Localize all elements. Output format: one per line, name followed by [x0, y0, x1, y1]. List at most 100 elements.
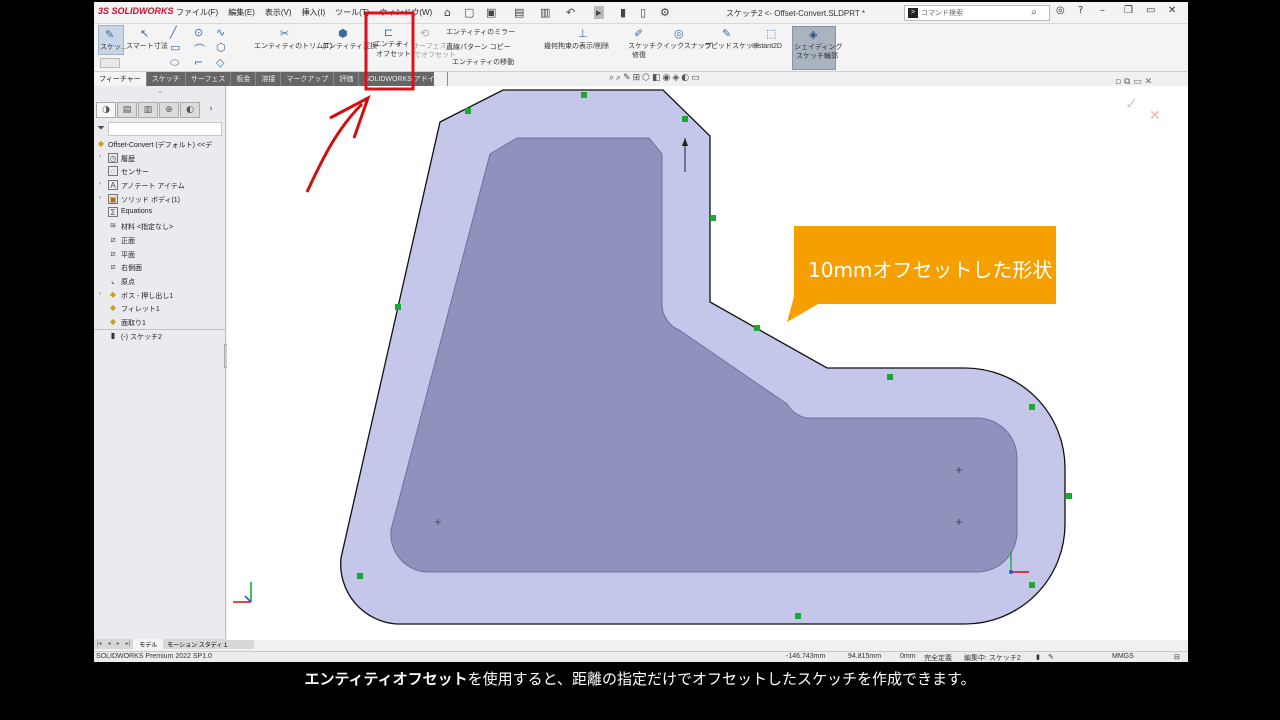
tree-item-top-plane[interactable]: ⧄ 平面 — [94, 248, 226, 262]
search-icon[interactable]: ⌕ — [1031, 7, 1037, 18]
configuration-manager-tab-icon[interactable]: ▥ — [138, 102, 158, 118]
repair-sketch-icon[interactable]: ✐ — [634, 27, 643, 40]
tree-item-solid-bodies[interactable]: › ▣ ソリッド ボディ(1) — [94, 193, 226, 207]
tree-item-front-plane[interactable]: ⧄ 正面 — [94, 234, 226, 248]
tab-addins[interactable]: SOLIDWORKS アドイン — [359, 72, 448, 86]
display-manager-tab-icon[interactable]: ◐ — [180, 102, 200, 118]
minimize-icon[interactable]: – — [1100, 5, 1105, 16]
user-icon[interactable]: ◎ — [1056, 5, 1065, 16]
linear-pattern-button[interactable]: 直線パターン コピー — [446, 43, 511, 52]
offset-entities-button[interactable]: ⊏ エンティ ティ オフセット — [370, 24, 412, 70]
tree-item-equations[interactable]: Σ Equations — [94, 206, 226, 220]
tab-model[interactable]: モデル — [133, 639, 164, 649]
status-options-icon[interactable]: ⊟ — [1174, 653, 1180, 661]
close-icon[interactable]: ✕ — [1168, 5, 1176, 16]
instant2d-icon[interactable]: ⬚ — [766, 27, 776, 40]
filter-icon[interactable]: ⏷ — [97, 123, 105, 134]
tree-item-sketch2[interactable]: ▮ (-) スケッチ2 — [94, 330, 226, 344]
select-icon[interactable]: ▸ — [594, 6, 604, 19]
tree-item-material[interactable]: ≋ 材料 <指定なし> — [94, 220, 226, 234]
sketch-button[interactable]: ✎ スケッ... — [98, 25, 127, 55]
prev-icon[interactable]: ◂ — [105, 639, 114, 649]
chevron-right-icon[interactable]: › — [201, 102, 221, 118]
menu-edit[interactable]: 編集(E) — [228, 7, 255, 18]
undo-icon[interactable]: ↶ — [566, 6, 575, 19]
save-icon[interactable]: ▤ — [514, 6, 524, 19]
dimxpert-tab-icon[interactable]: ⊕ — [159, 102, 179, 118]
unit-system[interactable]: MMGS — [1112, 653, 1134, 660]
tab-weldments[interactable]: 溶接 — [256, 72, 282, 86]
tab-features[interactable]: フィーチャー — [94, 72, 147, 86]
tree-item-right-plane[interactable]: ⧄ 右側面 — [94, 261, 226, 275]
menu-file[interactable]: ファイル(F) — [176, 7, 218, 18]
instant2d-button[interactable]: Instant2D — [752, 42, 782, 51]
rapid-sketch-icon[interactable]: ✎ — [722, 27, 731, 40]
spline-icon[interactable]: ∿ — [216, 26, 225, 39]
first-icon[interactable]: |◂ — [94, 639, 105, 649]
slot-icon[interactable]: ⬭ — [170, 56, 179, 70]
menu-tools[interactable]: ツール(T) — [335, 7, 369, 18]
pane-collapse-handle[interactable]: ⌃ — [94, 90, 226, 100]
next-icon[interactable]: ▸ — [114, 639, 123, 649]
restore-icon[interactable]: ❐ — [1124, 5, 1133, 16]
home-icon[interactable]: ⌂ — [444, 6, 451, 19]
tree-item-chamfer[interactable]: ◆ 面取り1 — [94, 316, 226, 330]
convert-entities-button[interactable]: エンティティ変換 — [322, 42, 377, 51]
expand-icon[interactable]: › — [99, 181, 101, 187]
tab-sketch[interactable]: スケッチ — [147, 72, 186, 86]
trim-entities-button[interactable]: エンティティのトリム(T) — [254, 42, 332, 51]
convert-icon[interactable]: ⬢ — [338, 27, 348, 40]
tree-item-annotations[interactable]: › A アノテート アイテム — [94, 179, 226, 193]
property-manager-tab-icon[interactable]: ▤ — [117, 102, 137, 118]
open-icon[interactable]: ▣ — [486, 6, 496, 19]
rectangle-icon[interactable]: ▭ — [170, 41, 180, 54]
expand-icon[interactable]: › — [99, 291, 101, 297]
line-icon[interactable]: ╱ — [170, 26, 177, 39]
tree-item-origin[interactable]: ⌞ 原点 — [94, 275, 226, 289]
last-icon[interactable]: ▸| — [123, 639, 134, 649]
tab-sheet-metal[interactable]: 板金 — [231, 72, 257, 86]
menu-view[interactable]: 表示(V) — [265, 7, 292, 18]
arc-icon[interactable]: ⌒ — [194, 41, 205, 57]
command-search-input[interactable]: > コマンド検索 ⌕ — [904, 5, 1050, 21]
graphics-area[interactable]: ▫ ⧉ ▭ ✕ ✓ ✕ — [227, 77, 1188, 640]
note-icon[interactable]: ✎ — [1048, 653, 1054, 661]
tree-root[interactable]: ◆ Offset-Convert (デフォルト) <<デ — [94, 138, 226, 152]
trim-icon[interactable]: ✂ — [280, 27, 289, 40]
move-entities-button[interactable]: エンティティの移動 — [452, 58, 514, 67]
tab-surfaces[interactable]: サーフェス — [186, 72, 232, 86]
expand-icon[interactable]: › — [99, 195, 101, 201]
options-icon[interactable]: ⚙ — [660, 6, 670, 19]
shaded-sketch-contours-button[interactable]: ◈ シェイディング スケッチ輪郭 — [792, 26, 843, 70]
tree-item-history[interactable]: › ◷ 履歴 — [94, 152, 226, 166]
menu-window[interactable]: ウィンドウ(W) — [379, 7, 432, 18]
maximize-icon[interactable]: ▭ — [1146, 5, 1155, 16]
plane-sketch-icon[interactable]: ◇ — [216, 56, 224, 69]
feature-manager-tab-icon[interactable]: ◑ — [96, 102, 116, 118]
repair-sketch-button[interactable]: スケッチ — [628, 42, 656, 51]
tab-markup[interactable]: マークアップ — [281, 72, 335, 86]
circle-icon[interactable]: ⊙ — [194, 26, 203, 39]
display-relations-button[interactable]: 幾何拘束の表示/削除 — [544, 42, 609, 51]
sketch-dropdown[interactable] — [100, 58, 120, 68]
rebuild-status-icon[interactable]: ▮ — [1036, 653, 1040, 661]
tab-evaluate[interactable]: 評価 — [334, 72, 360, 86]
tree-item-sensors[interactable]: ◌ センサー — [94, 165, 226, 179]
tab-motion-study[interactable]: モーション スタディ 1 — [163, 639, 231, 649]
expand-icon[interactable]: › — [99, 154, 101, 160]
tree-filter-input[interactable] — [108, 122, 222, 136]
new-document-icon[interactable]: ▢ — [464, 6, 474, 19]
heads-up-view-toolbar[interactable]: ⌕⌕✎⊞⬡◧◉◈◐▭ — [609, 73, 702, 83]
fillet-sketch-icon[interactable]: ⌐ — [194, 56, 203, 69]
relations-icon[interactable]: ⊥ — [578, 27, 588, 40]
menu-insert[interactable]: 挿入(I) — [302, 7, 326, 18]
help-icon[interactable]: ? — [1078, 5, 1083, 16]
rebuild-icon[interactable]: ▮ — [620, 6, 626, 19]
print-icon[interactable]: ▥ — [540, 6, 550, 19]
polygon-icon[interactable]: ⬡ — [216, 41, 226, 54]
file-properties-icon[interactable]: ▯ — [640, 6, 646, 19]
mirror-entities-button[interactable]: エンティティのミラー — [446, 28, 515, 37]
tree-item-boss-extrude[interactable]: › ◆ ボス - 押し出し1 — [94, 289, 226, 303]
quick-snaps-icon[interactable]: ◎ — [674, 27, 684, 40]
tree-item-fillet[interactable]: ◆ フィレット1 — [94, 302, 226, 316]
